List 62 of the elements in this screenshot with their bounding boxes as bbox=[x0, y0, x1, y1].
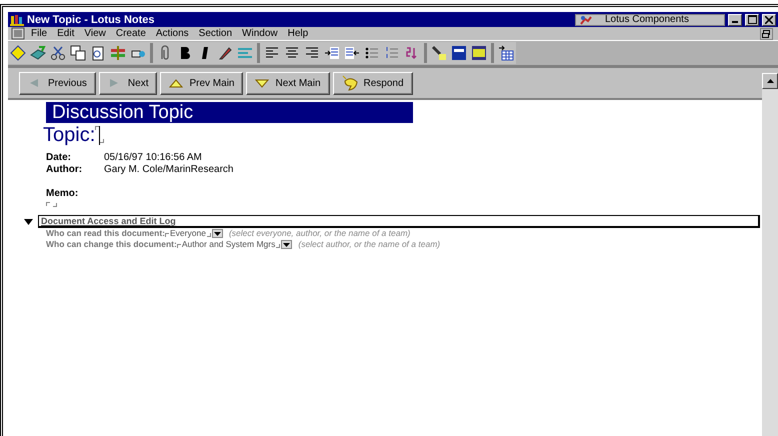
menu-item[interactable]: Window bbox=[242, 28, 278, 39]
nav-button[interactable]: Next Main bbox=[246, 72, 330, 94]
menu-item[interactable]: Create bbox=[116, 28, 146, 39]
up-arrow-icon bbox=[169, 78, 184, 88]
speech-bubble-icon bbox=[342, 75, 358, 91]
scroll-up-button[interactable] bbox=[762, 73, 778, 89]
access-dropdown-field[interactable]: Author and System Mgrs bbox=[176, 239, 298, 250]
menu-item[interactable]: Actions bbox=[156, 28, 189, 39]
field-value: 05/16/97 10:16:56 AM bbox=[104, 152, 203, 164]
access-label: Who can change this document: bbox=[46, 239, 177, 250]
dropdown-button[interactable] bbox=[212, 229, 223, 238]
topic-label: Topic: bbox=[43, 123, 96, 147]
app-logo-icon bbox=[10, 14, 24, 26]
form-heading: Discussion Topic bbox=[46, 102, 413, 123]
field-label: Author: bbox=[46, 164, 84, 176]
document-icon[interactable] bbox=[11, 27, 25, 40]
expand-triangle-icon[interactable] bbox=[24, 218, 33, 224]
indent-icon[interactable] bbox=[323, 44, 341, 62]
outdent-icon[interactable] bbox=[343, 44, 361, 62]
menu-item[interactable]: File bbox=[31, 28, 48, 39]
minimize-button[interactable] bbox=[728, 14, 742, 26]
scissors-icon[interactable] bbox=[49, 44, 67, 62]
field-label: Date: bbox=[46, 152, 72, 164]
field-end-icon bbox=[100, 139, 104, 143]
menu-item[interactable]: Help bbox=[288, 28, 308, 39]
up-arrow-icon bbox=[766, 79, 774, 83]
components-button[interactable]: Lotus Components bbox=[575, 14, 725, 26]
restore-button[interactable] bbox=[760, 28, 773, 40]
memo-label: Memo: bbox=[46, 188, 80, 199]
table-icon[interactable] bbox=[497, 44, 515, 62]
nav-button[interactable]: Prev Main bbox=[160, 72, 244, 94]
access-label: Who can read this document: bbox=[46, 228, 166, 239]
copy-icon[interactable] bbox=[69, 44, 87, 62]
field-end-icon bbox=[206, 233, 211, 237]
field-start-icon bbox=[176, 244, 181, 248]
topic-input-field[interactable] bbox=[95, 123, 104, 145]
diamond-icon[interactable] bbox=[9, 44, 27, 62]
nav-button[interactable]: Respond bbox=[332, 72, 413, 94]
minimize-icon bbox=[732, 21, 738, 23]
nav-button[interactable]: Next bbox=[98, 72, 158, 94]
field-end-icon bbox=[53, 203, 57, 207]
field-start-icon bbox=[165, 233, 170, 237]
access-dropdown-field[interactable]: Everyone bbox=[165, 228, 229, 239]
window-title: New Topic - Lotus Notes bbox=[27, 14, 155, 26]
section-title[interactable]: Document Access and Edit Log bbox=[38, 215, 760, 228]
field-start-icon bbox=[46, 202, 50, 206]
maximize-icon bbox=[748, 15, 756, 24]
menu-item[interactable]: Section bbox=[198, 28, 232, 39]
maximize-button[interactable] bbox=[745, 14, 759, 26]
field-hint: (select everyone, author, or the name of a team) bbox=[228, 228, 410, 239]
field-hint: (select author, or the name of a team) bbox=[298, 239, 440, 250]
field-value: Gary M. Cole/MarinResearch bbox=[104, 164, 234, 176]
close-button[interactable] bbox=[762, 14, 776, 26]
vertical-scrollbar[interactable] bbox=[762, 73, 778, 436]
nav-button[interactable]: Previous bbox=[19, 72, 96, 94]
menu-item[interactable]: Edit bbox=[57, 28, 74, 39]
dropdown-button[interactable] bbox=[281, 240, 292, 249]
menu-item[interactable]: View bbox=[84, 28, 106, 39]
close-icon bbox=[765, 16, 773, 24]
field-end-icon bbox=[276, 244, 280, 248]
down-arrow-icon bbox=[255, 78, 270, 88]
memo-input-field[interactable] bbox=[46, 199, 56, 209]
